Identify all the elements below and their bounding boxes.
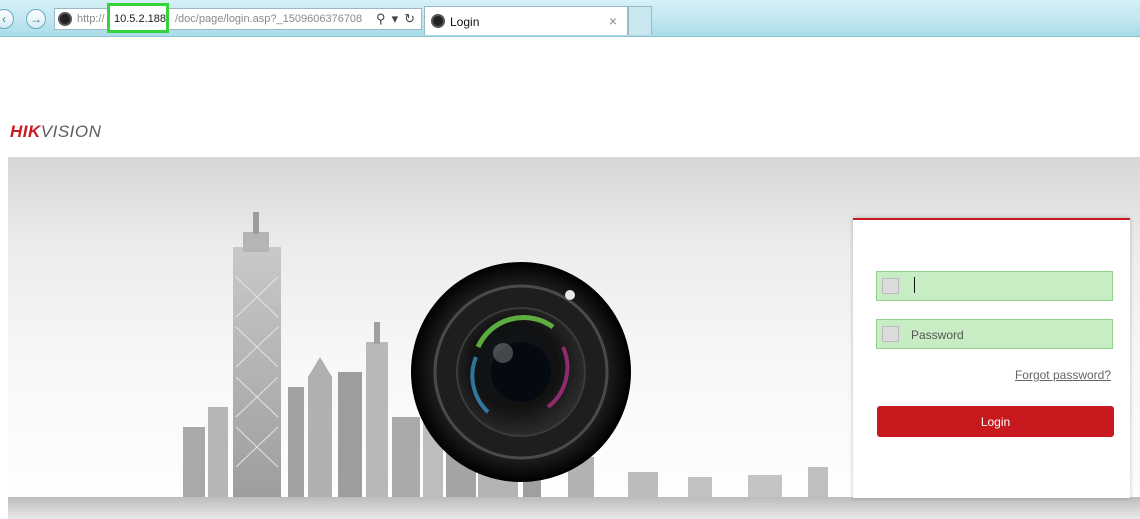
logo-vision: VISION: [40, 122, 102, 141]
search-icon[interactable]: ⚲: [376, 11, 386, 27]
tab-favicon-icon: [431, 14, 445, 28]
login-panel: Password Forgot password? Login: [853, 218, 1130, 498]
forward-arrow-icon[interactable]: →: [26, 9, 46, 29]
url-host-highlight: 10.5.2.188: [107, 3, 169, 33]
url-scheme: http://: [77, 13, 105, 25]
chevron-down-icon[interactable]: ▾: [392, 11, 399, 27]
tab-title: Login: [450, 15, 480, 29]
address-bar[interactable]: http:// 10.5.2.188 /doc/page/login.asp?_…: [54, 3, 422, 33]
refresh-icon[interactable]: ↻: [404, 11, 415, 27]
browser-toolbar: ‹ → http:// 10.5.2.188 /doc/page/login.a…: [0, 0, 1140, 37]
url-host: 10.5.2.188: [114, 13, 166, 25]
user-icon: [882, 278, 899, 294]
text-cursor: [914, 277, 915, 293]
login-button[interactable]: Login: [877, 406, 1114, 437]
forgot-password-link[interactable]: Forgot password?: [1015, 368, 1111, 382]
password-placeholder: Password: [911, 328, 964, 342]
back-button[interactable]: ‹: [0, 9, 14, 29]
username-field[interactable]: [876, 271, 1113, 301]
url-path: /doc/page/login.asp?_1509606376708: [175, 13, 363, 25]
hikvision-logo: HIKVISION: [10, 122, 101, 142]
tab-login[interactable]: Login ×: [424, 6, 628, 35]
new-tab-button[interactable]: [628, 6, 652, 35]
lock-icon: [882, 326, 899, 342]
logo-hik: HIK: [10, 122, 41, 141]
password-field[interactable]: Password: [876, 319, 1113, 349]
close-icon[interactable]: ×: [609, 13, 617, 29]
site-favicon-icon: [58, 12, 72, 26]
